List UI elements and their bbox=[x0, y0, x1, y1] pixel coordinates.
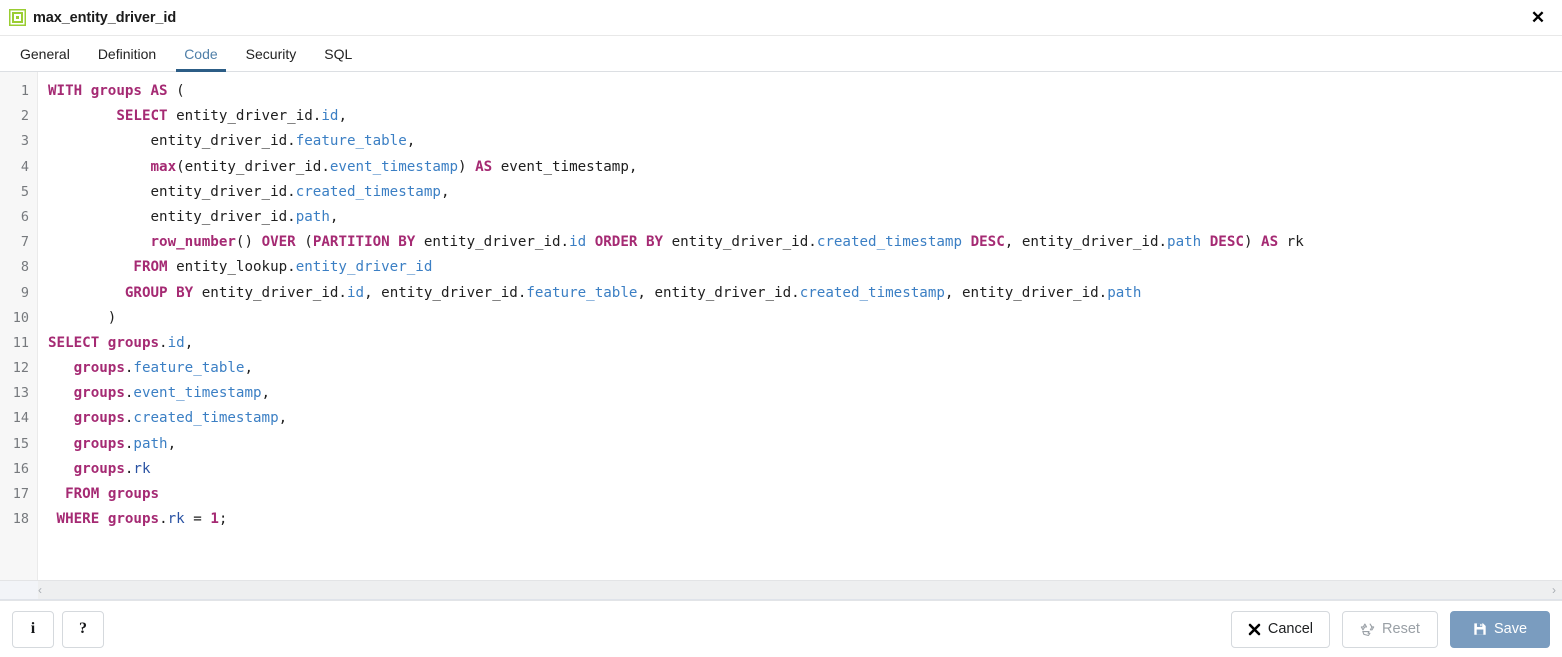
code-line: WHERE groups.rk = 1; bbox=[56, 511, 228, 528]
line-number: 4 bbox=[20, 158, 29, 175]
save-button-label: Save bbox=[1493, 621, 1528, 637]
line-number: 11 bbox=[12, 334, 29, 351]
line-number: 10 bbox=[12, 309, 29, 326]
code-line: groups.path, bbox=[73, 435, 177, 452]
code-line: SELECT entity_driver_id.id, bbox=[116, 108, 347, 125]
line-number-gutter: 1 2 3 4 5 6 7 8 9 10 11 12 13 14 15 16 17 18 bbox=[0, 72, 38, 580]
line-number: 15 bbox=[12, 435, 29, 452]
help-icon-button[interactable]: ? bbox=[62, 610, 104, 648]
line-number: 18 bbox=[12, 511, 29, 528]
floppy-disk-icon bbox=[1473, 622, 1487, 636]
code-line: SELECT groups.id, bbox=[48, 334, 194, 351]
dialog-titlebar: max_entity_driver_id ✕ bbox=[0, 0, 1562, 36]
line-number: 9 bbox=[20, 284, 29, 301]
line-number: 8 bbox=[20, 259, 29, 276]
line-number: 3 bbox=[20, 133, 29, 150]
code-line: ) bbox=[107, 309, 117, 326]
code-line: WITH groups AS ( bbox=[48, 83, 185, 99]
info-icon-button[interactable]: i bbox=[12, 610, 54, 648]
code-line: FROM entity_lookup.entity_driver_id bbox=[133, 259, 433, 276]
dialog-title: max_entity_driver_id bbox=[33, 9, 177, 26]
code-line: groups.feature_table, bbox=[73, 360, 254, 377]
tab-code[interactable]: Code bbox=[170, 36, 231, 72]
reset-button[interactable]: Reset bbox=[1342, 610, 1438, 648]
code-line: max(entity_driver_id.event_timestamp) AS… bbox=[150, 158, 638, 175]
tab-security[interactable]: Security bbox=[232, 36, 311, 71]
line-number: 5 bbox=[20, 183, 29, 200]
line-number: 7 bbox=[20, 234, 29, 251]
line-number: 2 bbox=[20, 108, 29, 125]
tab-definition[interactable]: Definition bbox=[84, 36, 170, 71]
line-number: 13 bbox=[12, 385, 29, 402]
code-line: entity_driver_id.feature_table, bbox=[48, 133, 416, 150]
tab-general[interactable]: General bbox=[6, 36, 84, 71]
tab-bar: General Definition Code Security SQL bbox=[0, 36, 1562, 72]
line-number: 17 bbox=[12, 486, 29, 502]
code-line: FROM groups bbox=[65, 486, 160, 502]
dialog-footer: i ? Cancel Reset Save bbox=[0, 600, 1562, 657]
materialized-view-icon bbox=[8, 8, 27, 27]
horizontal-scrollbar[interactable]: ‹ › bbox=[0, 580, 1562, 600]
save-button[interactable]: Save bbox=[1450, 610, 1550, 648]
close-x-icon bbox=[1248, 623, 1261, 636]
scroll-right-icon[interactable]: › bbox=[1552, 584, 1556, 596]
code-line: groups.event_timestamp, bbox=[73, 385, 271, 402]
code-line: groups.rk bbox=[73, 460, 151, 477]
line-number: 16 bbox=[12, 460, 29, 477]
cancel-button-label: Cancel bbox=[1267, 621, 1313, 637]
properties-dialog: max_entity_driver_id ✕ General Definitio… bbox=[0, 0, 1562, 657]
line-number: 6 bbox=[20, 208, 29, 225]
code-line: entity_driver_id.path, bbox=[48, 208, 339, 225]
tab-sql[interactable]: SQL bbox=[310, 36, 366, 71]
cancel-button[interactable]: Cancel bbox=[1230, 610, 1330, 648]
line-number: 12 bbox=[12, 360, 29, 377]
scrollbar-gutter-pad bbox=[0, 581, 38, 599]
scroll-left-icon[interactable]: ‹ bbox=[38, 584, 42, 596]
code-line: entity_driver_id.created_timestamp, bbox=[48, 183, 450, 200]
line-number: 1 bbox=[20, 83, 29, 99]
code-content[interactable]: WITH groups AS ( SELECT entity_driver_id… bbox=[38, 72, 1562, 580]
line-number: 14 bbox=[12, 410, 29, 427]
code-line: row_number() OVER (PARTITION BY entity_d… bbox=[150, 234, 1304, 251]
sql-code-editor[interactable]: 1 2 3 4 5 6 7 8 9 10 11 12 13 14 15 16 17 18 WITH groups … bbox=[0, 72, 1562, 580]
footer-action-group: Cancel Reset Save bbox=[1230, 610, 1550, 648]
code-line: GROUP BY entity_driver_id.id, entity_dri… bbox=[124, 284, 1142, 301]
footer-left-group: i ? bbox=[12, 610, 104, 648]
recycle-icon bbox=[1360, 622, 1375, 637]
reset-button-label: Reset bbox=[1382, 621, 1420, 637]
code-line: groups.created_timestamp, bbox=[73, 410, 288, 427]
close-icon[interactable]: ✕ bbox=[1524, 4, 1552, 32]
